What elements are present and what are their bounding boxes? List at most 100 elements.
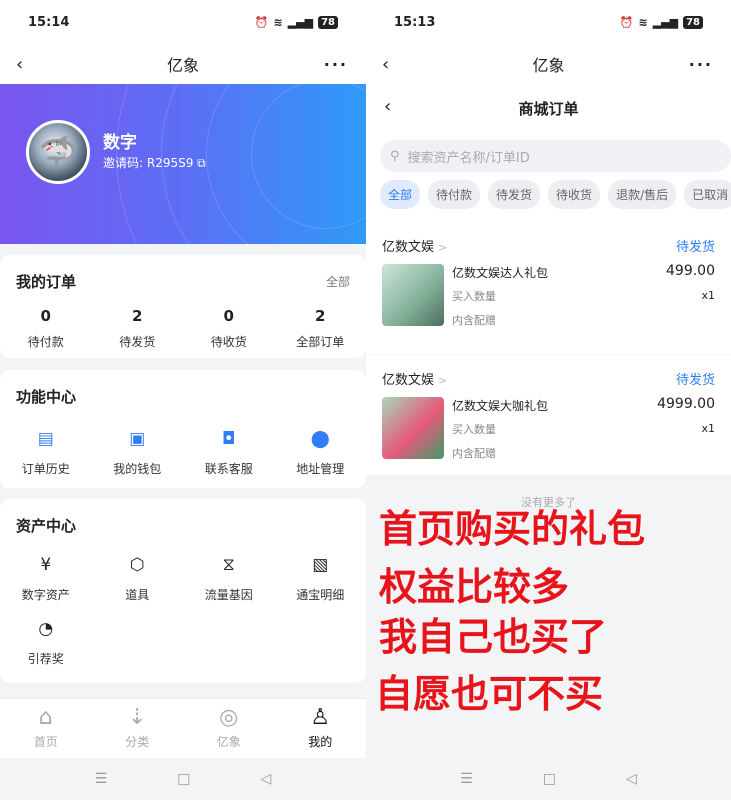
status-bar: 15:14 ⏰ ≋ ▂▄▆ 78 bbox=[0, 0, 366, 44]
asset-grid-row-2: ◔ 引荐奖 bbox=[0, 618, 366, 667]
status-bar: 15:13 ⏰ ≋ ▂▄▆ 78 bbox=[366, 0, 731, 44]
page-title: 商城订单 bbox=[518, 99, 579, 118]
home-square-icon[interactable]: □ bbox=[177, 771, 190, 787]
top-nav: ‹ 亿象 ··· bbox=[366, 44, 731, 84]
wallet-icon: ▣ bbox=[129, 429, 146, 449]
overlay-caption-line-4: 自愿也可不买 bbox=[375, 672, 604, 716]
back-button[interactable]: ‹ bbox=[382, 54, 389, 75]
order-stat-pending-payment[interactable]: 0 待付款 bbox=[0, 307, 92, 350]
category-icon: ⇣ bbox=[128, 705, 147, 730]
status-icons: ⏰ ≋ ▂▄▆ 78 bbox=[254, 15, 338, 29]
more-button[interactable]: ··· bbox=[324, 55, 348, 74]
back-triangle-icon[interactable]: ◁ bbox=[261, 771, 272, 787]
product-name: 亿数文娱大咖礼包 bbox=[452, 399, 549, 413]
back-triangle-icon[interactable]: ◁ bbox=[626, 771, 637, 787]
order-stat-pending-shipment[interactable]: 2 待发货 bbox=[92, 307, 184, 350]
order-stat-pending-receipt[interactable]: 0 待收货 bbox=[183, 307, 275, 350]
orders-title: 我的订单 bbox=[16, 273, 77, 291]
filter-pending-receipt[interactable]: 待收货 bbox=[548, 180, 601, 209]
shop-name[interactable]: 亿数文娱 > bbox=[382, 236, 447, 255]
address-button[interactable]: ⬤ 地址管理 bbox=[275, 428, 367, 477]
avatar[interactable]: 🦈 bbox=[26, 120, 90, 184]
quantity-label: 买入数量 bbox=[452, 290, 496, 303]
product-quantity: x1 bbox=[701, 289, 715, 302]
yen-icon: ¥ bbox=[40, 555, 52, 575]
filter-all[interactable]: 全部 bbox=[380, 180, 421, 209]
status-time: 15:14 bbox=[28, 14, 70, 30]
invite-code[interactable]: 邀请码: R295S9 ⧉ bbox=[103, 154, 206, 171]
shop-name[interactable]: 亿数文娱 > bbox=[382, 369, 447, 388]
referral-button[interactable]: ◔ 引荐奖 bbox=[0, 618, 92, 667]
tab-yixiang[interactable]: ◎ 亿象 bbox=[183, 699, 275, 758]
order-status: 待发货 bbox=[675, 373, 715, 388]
location-pin-icon: ⬤ bbox=[310, 429, 330, 449]
function-grid: ▤ 订单历史 ▣ 我的钱包 ◘ 联系客服 ⬤ 地址管理 bbox=[0, 428, 366, 477]
cube-icon: ⬡ bbox=[129, 555, 145, 575]
order-status: 待发货 bbox=[675, 240, 715, 255]
orders-all-link[interactable]: 全部 bbox=[326, 273, 350, 290]
tab-mine[interactable]: ♙ 我的 bbox=[275, 699, 367, 758]
bottom-tab-bar: ⌂ 首页 ⇣ 分类 ◎ 亿象 ♙ 我的 bbox=[0, 698, 366, 758]
home-square-icon[interactable]: □ bbox=[543, 771, 556, 787]
status-icons: ⏰ ≋ ▂▄▆ 78 bbox=[619, 15, 703, 29]
asset-center-title: 资产中心 bbox=[16, 517, 77, 535]
tab-category[interactable]: ⇣ 分类 bbox=[92, 699, 184, 758]
menu-icon[interactable]: ☰ bbox=[95, 771, 108, 787]
order-filter-tabs: 全部 待付款 待发货 待收货 退款/售后 已取消 bbox=[380, 180, 731, 209]
props-button[interactable]: ⬡ 道具 bbox=[92, 554, 184, 603]
product-price: 499.00 bbox=[666, 263, 715, 279]
order-stat-all[interactable]: 2 全部订单 bbox=[275, 307, 367, 350]
back-button[interactable]: ‹ bbox=[16, 54, 23, 75]
order-history-button[interactable]: ▤ 订单历史 bbox=[0, 428, 92, 477]
product-thumbnail bbox=[382, 397, 444, 459]
system-nav-bar: ☰ □ ◁ bbox=[0, 758, 366, 800]
more-button[interactable]: ··· bbox=[689, 55, 713, 74]
search-placeholder: 搜索资产名称/订单ID bbox=[407, 150, 530, 166]
page-header: ‹ 商城订单 bbox=[366, 84, 731, 132]
config-label: 内含配赠 bbox=[452, 447, 496, 460]
product-thumbnail bbox=[382, 264, 444, 326]
alarm-icon: ⏰ bbox=[619, 15, 634, 29]
filter-refund[interactable]: 退款/售后 bbox=[608, 180, 677, 209]
filter-pending-shipment[interactable]: 待发货 bbox=[488, 180, 541, 209]
function-center-card: 功能中心 ▤ 订单历史 ▣ 我的钱包 ◘ 联系客服 ⬤ 地址管理 bbox=[0, 370, 366, 488]
overlay-caption-line-2: 权益比较多 bbox=[379, 565, 570, 609]
nav-title: 亿象 bbox=[166, 56, 199, 75]
orders-card: 我的订单 全部 0 待付款 2 待发货 0 待收货 2 全部订单 bbox=[0, 255, 366, 358]
ledger-icon: ▧ bbox=[312, 555, 329, 575]
filter-pending-payment[interactable]: 待付款 bbox=[428, 180, 481, 209]
chevron-right-icon: > bbox=[438, 374, 448, 387]
alarm-icon: ⏰ bbox=[254, 15, 269, 29]
function-center-title: 功能中心 bbox=[16, 388, 77, 406]
home-icon: ⌂ bbox=[38, 705, 53, 730]
filter-cancelled[interactable]: 已取消 bbox=[684, 180, 731, 209]
asset-grid-row-1: ¥ 数字资产 ⬡ 道具 ⧖ 流量基因 ▧ 通宝明细 bbox=[0, 554, 366, 603]
order-history-icon: ▤ bbox=[37, 429, 54, 449]
wifi-icon: ≋ bbox=[638, 15, 648, 29]
user-name: 数字 bbox=[103, 133, 137, 153]
dna-icon: ⧖ bbox=[222, 555, 235, 575]
digital-asset-button[interactable]: ¥ 数字资产 bbox=[0, 554, 92, 603]
tab-home[interactable]: ⌂ 首页 bbox=[0, 699, 92, 758]
menu-icon[interactable]: ☰ bbox=[460, 771, 473, 787]
search-icon: ⚲ bbox=[390, 148, 400, 164]
customer-service-icon: ◘ bbox=[222, 429, 236, 449]
order-card[interactable]: 亿数文娱 > 待发货 亿数文娱大咖礼包 买入数量 内含配赠 4999.00 x1 bbox=[366, 355, 731, 475]
customer-service-button[interactable]: ◘ 联系客服 bbox=[183, 428, 275, 477]
page-back-button[interactable]: ‹ bbox=[384, 96, 391, 117]
wifi-icon: ≋ bbox=[273, 15, 283, 29]
referral-icon: ◔ bbox=[38, 619, 54, 639]
asset-center-card: 资产中心 ¥ 数字资产 ⬡ 道具 ⧖ 流量基因 ▧ 通宝明细 ◔ 引荐奖 bbox=[0, 499, 366, 683]
battery-icon: 78 bbox=[683, 15, 703, 29]
wallet-button[interactable]: ▣ 我的钱包 bbox=[92, 428, 184, 477]
traffic-gene-button[interactable]: ⧖ 流量基因 bbox=[183, 554, 275, 603]
nav-title: 亿象 bbox=[532, 56, 565, 75]
order-card[interactable]: 亿数文娱 > 待发货 亿数文娱达人礼包 买入数量 内含配赠 499.00 x1 bbox=[366, 222, 731, 342]
signal-icon: ▂▄▆ bbox=[287, 15, 314, 29]
product-name: 亿数文娱达人礼包 bbox=[452, 266, 549, 280]
config-label: 内含配赠 bbox=[452, 314, 496, 327]
search-input[interactable]: ⚲ 搜索资产名称/订单ID bbox=[380, 140, 731, 172]
tongbao-detail-button[interactable]: ▧ 通宝明细 bbox=[275, 554, 367, 603]
overlay-caption-line-1: 首页购买的礼包 bbox=[379, 507, 646, 551]
product-price: 4999.00 bbox=[657, 396, 715, 412]
